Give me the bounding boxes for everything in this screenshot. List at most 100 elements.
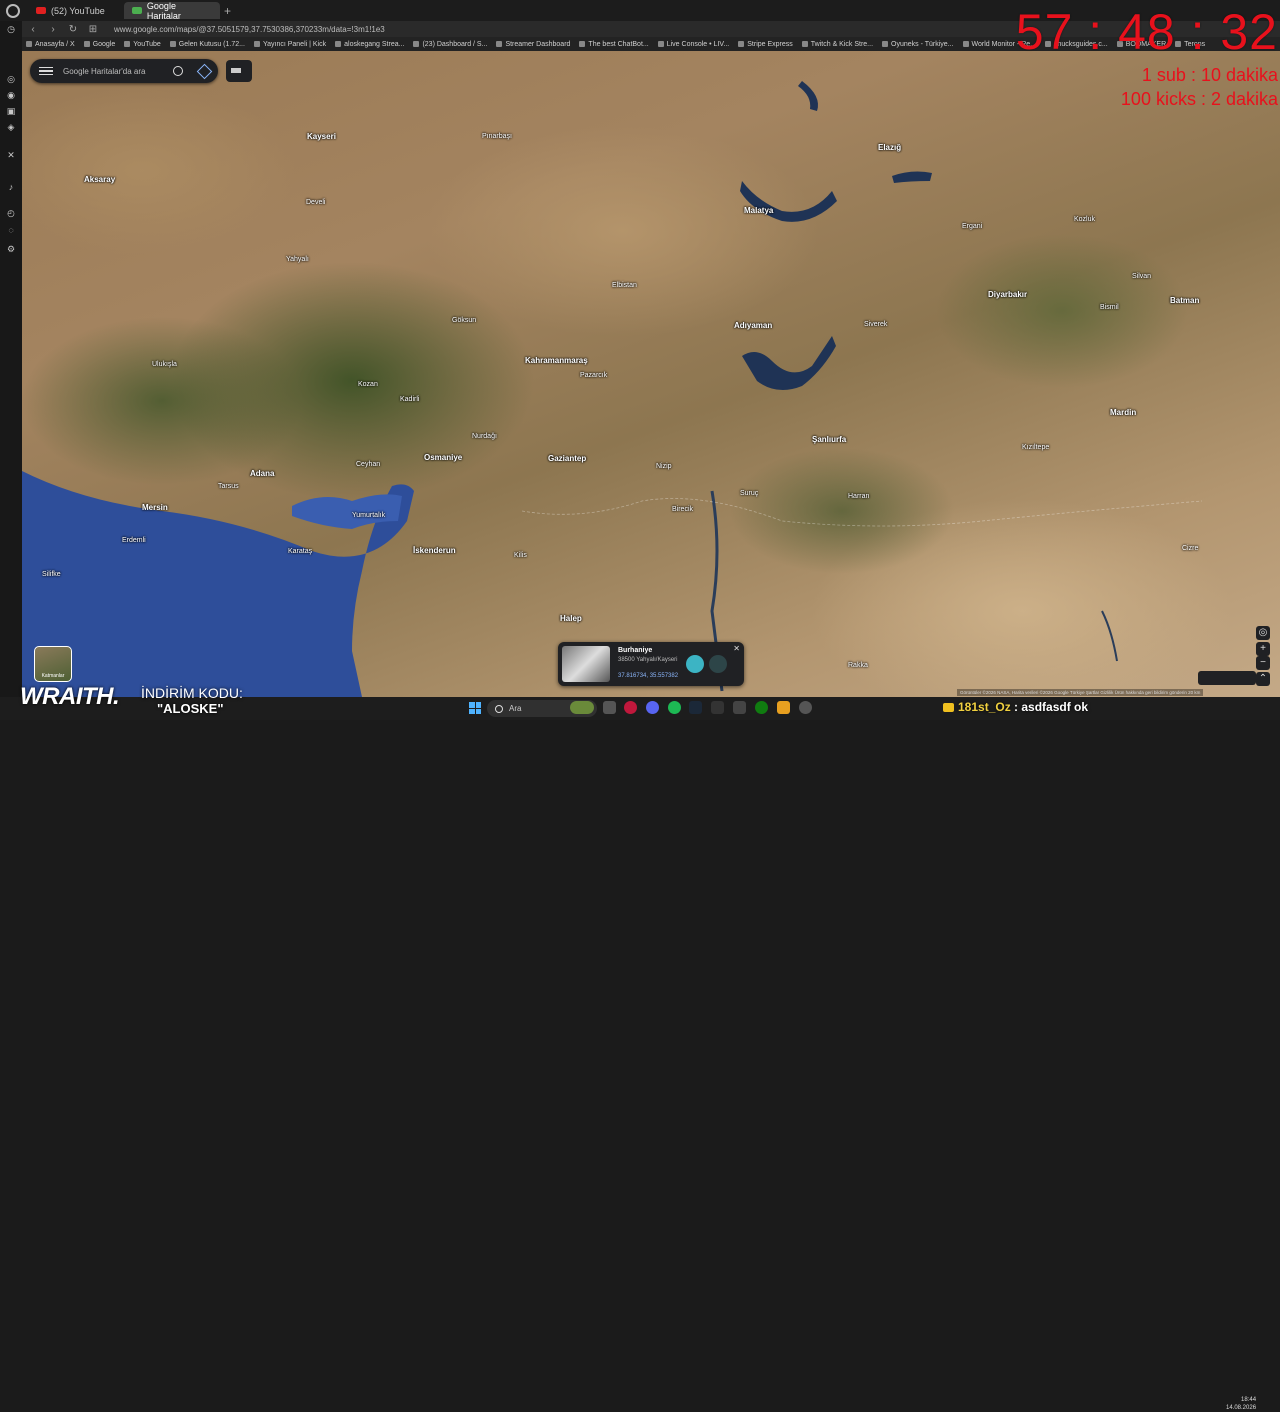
app-icon[interactable]	[733, 701, 746, 714]
bookmark-item[interactable]: Anasayfa / X	[26, 41, 75, 48]
site-info-icon[interactable]: ⊞	[86, 24, 100, 35]
expand-icon[interactable]: ⌃	[1256, 672, 1270, 686]
search-box[interactable]: Google Haritalar'da ara	[30, 59, 218, 83]
windows-start-icon[interactable]	[469, 702, 481, 714]
place-card[interactable]: Burhaniye 38500 Yahyalı/Kayseri 37.81673…	[558, 642, 744, 686]
city-label[interactable]: Siverek	[864, 321, 887, 328]
url-field[interactable]: www.google.com/maps/@37.5051579,37.75303…	[114, 25, 385, 34]
city-label[interactable]: Kozan	[358, 381, 378, 388]
discord-icon[interactable]: ◈	[5, 121, 17, 133]
city-label[interactable]: Göksun	[452, 317, 476, 324]
place-coordinates[interactable]: 37.816734, 35.557382	[618, 673, 678, 679]
city-label[interactable]: Batman	[1170, 296, 1199, 305]
widget-icon[interactable]	[570, 701, 594, 714]
city-label[interactable]: Silvan	[1132, 273, 1151, 280]
city-label[interactable]: Kozluk	[1074, 216, 1095, 223]
opera-icon[interactable]	[624, 701, 637, 714]
city-label[interactable]: Ulukışla	[152, 361, 177, 368]
clock-icon[interactable]: ◴	[5, 207, 17, 219]
bookmark-item[interactable]: Oyuneks - Türkiye...	[882, 41, 954, 48]
city-label[interactable]: Karataş	[288, 548, 312, 555]
city-label[interactable]: Yahyalı	[286, 256, 309, 263]
city-label[interactable]: Bismil	[1100, 304, 1119, 311]
bookmark-item[interactable]: Live Console • LIV...	[657, 41, 729, 48]
system-clock[interactable]: 18:44 14.08.2026	[1226, 1396, 1256, 1412]
messenger-icon[interactable]: ◉	[5, 89, 17, 101]
obs-icon[interactable]	[799, 701, 812, 714]
city-label[interactable]: Adıyaman	[734, 321, 772, 330]
my-location-icon[interactable]: ◎	[1256, 626, 1270, 640]
city-label[interactable]: Kadirli	[400, 396, 419, 403]
instagram-icon[interactable]: ◎	[5, 73, 17, 85]
city-label[interactable]: Birecik	[672, 506, 693, 513]
city-label[interactable]: Pınarbaşı	[482, 133, 512, 140]
city-label[interactable]: Kızıltepe	[1022, 444, 1049, 451]
city-label[interactable]: Ceyhan	[356, 461, 380, 468]
satellite-map[interactable]: Kayseri Aksaray Malatya Elazığ Diyarbakır Bat…	[22, 51, 1280, 697]
city-label[interactable]: Silifke	[42, 571, 61, 578]
city-label[interactable]: Pazarcık	[580, 372, 607, 379]
bookmark-item[interactable]: Gelen Kutusu (1.72...	[169, 41, 245, 48]
reload-icon[interactable]: ↻	[66, 24, 80, 35]
city-label[interactable]: Tarsus	[218, 483, 239, 490]
city-label[interactable]: Elazığ	[878, 143, 901, 152]
spotify-icon[interactable]	[668, 701, 681, 714]
zoom-out-button[interactable]: −	[1256, 656, 1270, 670]
city-label[interactable]: Yumurtalık	[352, 512, 385, 519]
bookmark-item[interactable]: Yayıncı Paneli | Kick	[253, 41, 326, 48]
city-label[interactable]: Osmaniye	[424, 453, 462, 462]
city-label[interactable]: Ergani	[962, 223, 982, 230]
layers-toggle[interactable]: Katmanlar	[34, 646, 72, 682]
city-label[interactable]: Mardin	[1110, 408, 1136, 417]
settings-icon[interactable]: ⚙	[5, 243, 17, 255]
xbox-icon[interactable]	[755, 701, 768, 714]
city-label[interactable]: Develi	[306, 199, 325, 206]
browser-logo-icon[interactable]	[6, 3, 20, 18]
street-view-pegman[interactable]	[1198, 671, 1256, 685]
city-label[interactable]: Harran	[848, 493, 869, 500]
city-label[interactable]: Kilis	[514, 552, 527, 559]
search-input[interactable]: Google Haritalar'da ara	[63, 67, 173, 76]
menu-icon[interactable]	[39, 66, 53, 76]
app-icon[interactable]	[711, 701, 724, 714]
chat-icon[interactable]: ◌	[5, 224, 17, 236]
close-icon[interactable]: ✕	[733, 644, 740, 653]
city-label[interactable]: İskenderun	[413, 546, 456, 555]
music-icon[interactable]: ♪	[5, 181, 17, 193]
city-label[interactable]: Halep	[560, 614, 582, 623]
place-photo[interactable]	[562, 646, 610, 682]
forward-icon[interactable]: ›	[46, 24, 60, 35]
steam-icon[interactable]	[689, 701, 702, 714]
city-label[interactable]: Aksaray	[84, 175, 115, 184]
bookmark-item[interactable]: Stripe Express	[738, 41, 793, 48]
city-label[interactable]: Şanlıurfa	[812, 435, 846, 444]
city-label[interactable]: Suruç	[740, 490, 758, 497]
twitch-icon[interactable]: ▣	[5, 105, 17, 117]
city-label[interactable]: Kahramanmaraş	[525, 356, 588, 365]
history-icon[interactable]: ◷	[5, 23, 17, 35]
zoom-in-button[interactable]: +	[1256, 642, 1270, 656]
back-icon[interactable]: ‹	[26, 24, 40, 35]
city-label[interactable]: Diyarbakır	[988, 290, 1027, 299]
tab-youtube[interactable]: (52) YouTube	[28, 2, 124, 19]
city-label[interactable]: Elbistan	[612, 282, 637, 289]
bookmark-item[interactable]: YouTube	[124, 41, 161, 48]
city-label[interactable]: Nurdağı	[472, 433, 497, 440]
bookmark-item[interactable]: aloskegang Strea...	[335, 41, 404, 48]
map-type-button[interactable]	[226, 60, 252, 82]
bookmark-item[interactable]: The best ChatBot...	[579, 41, 649, 48]
task-view-icon[interactable]	[603, 701, 616, 714]
bookmark-item[interactable]: Google	[83, 41, 115, 48]
tab-google-maps[interactable]: Google Haritalar	[124, 1, 220, 21]
city-label[interactable]: Adana	[250, 469, 274, 478]
city-label[interactable]: Erdemli	[122, 537, 146, 544]
bookmark-item[interactable]: Streamer Dashboard	[496, 41, 570, 48]
bookmark-item[interactable]: (23) Dashboard / S...	[413, 41, 487, 48]
search-icon[interactable]	[173, 66, 183, 76]
directions-button[interactable]	[686, 655, 704, 673]
discord-icon[interactable]	[646, 701, 659, 714]
bookmark-item[interactable]: Twitch & Kick Stre...	[801, 41, 873, 48]
city-label[interactable]: Nizip	[656, 463, 672, 470]
directions-icon[interactable]	[196, 63, 213, 79]
city-label[interactable]: Gaziantep	[548, 454, 586, 463]
